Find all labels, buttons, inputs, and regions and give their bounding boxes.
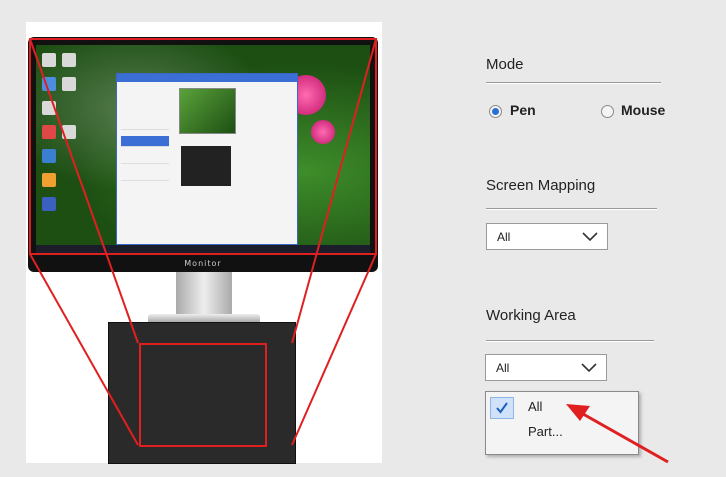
red-arrow-annotation (566, 404, 669, 464)
